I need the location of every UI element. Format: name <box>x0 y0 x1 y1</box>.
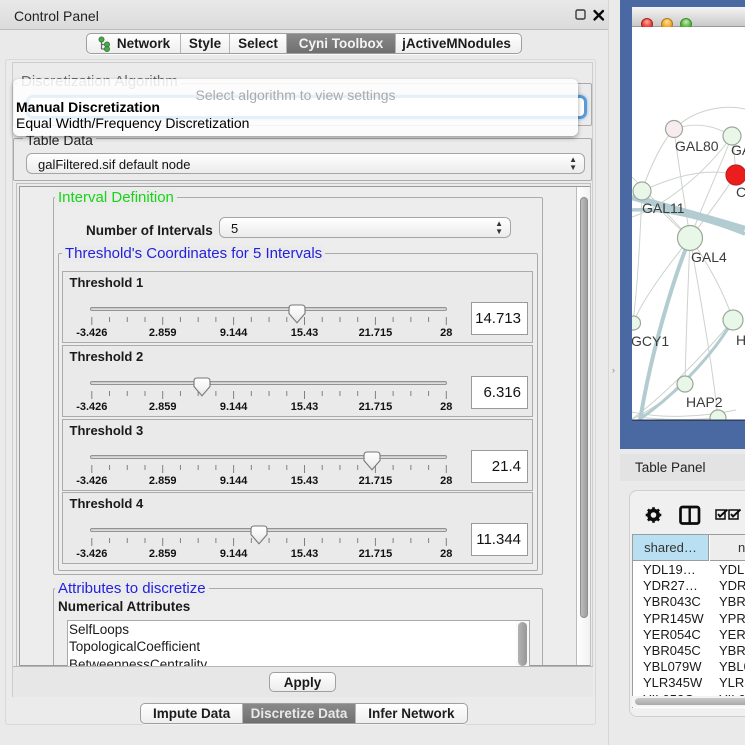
svg-text:C: C <box>736 184 745 200</box>
svg-text:GA: GA <box>731 142 745 158</box>
svg-text:GAL4: GAL4 <box>691 249 727 265</box>
svg-text:GAL80: GAL80 <box>675 138 719 154</box>
svg-text:GAL11: GAL11 <box>642 200 685 216</box>
svg-text:GCY1: GCY1 <box>632 333 669 349</box>
svg-text:H: H <box>736 332 745 348</box>
svg-text:HAP2: HAP2 <box>686 394 723 410</box>
